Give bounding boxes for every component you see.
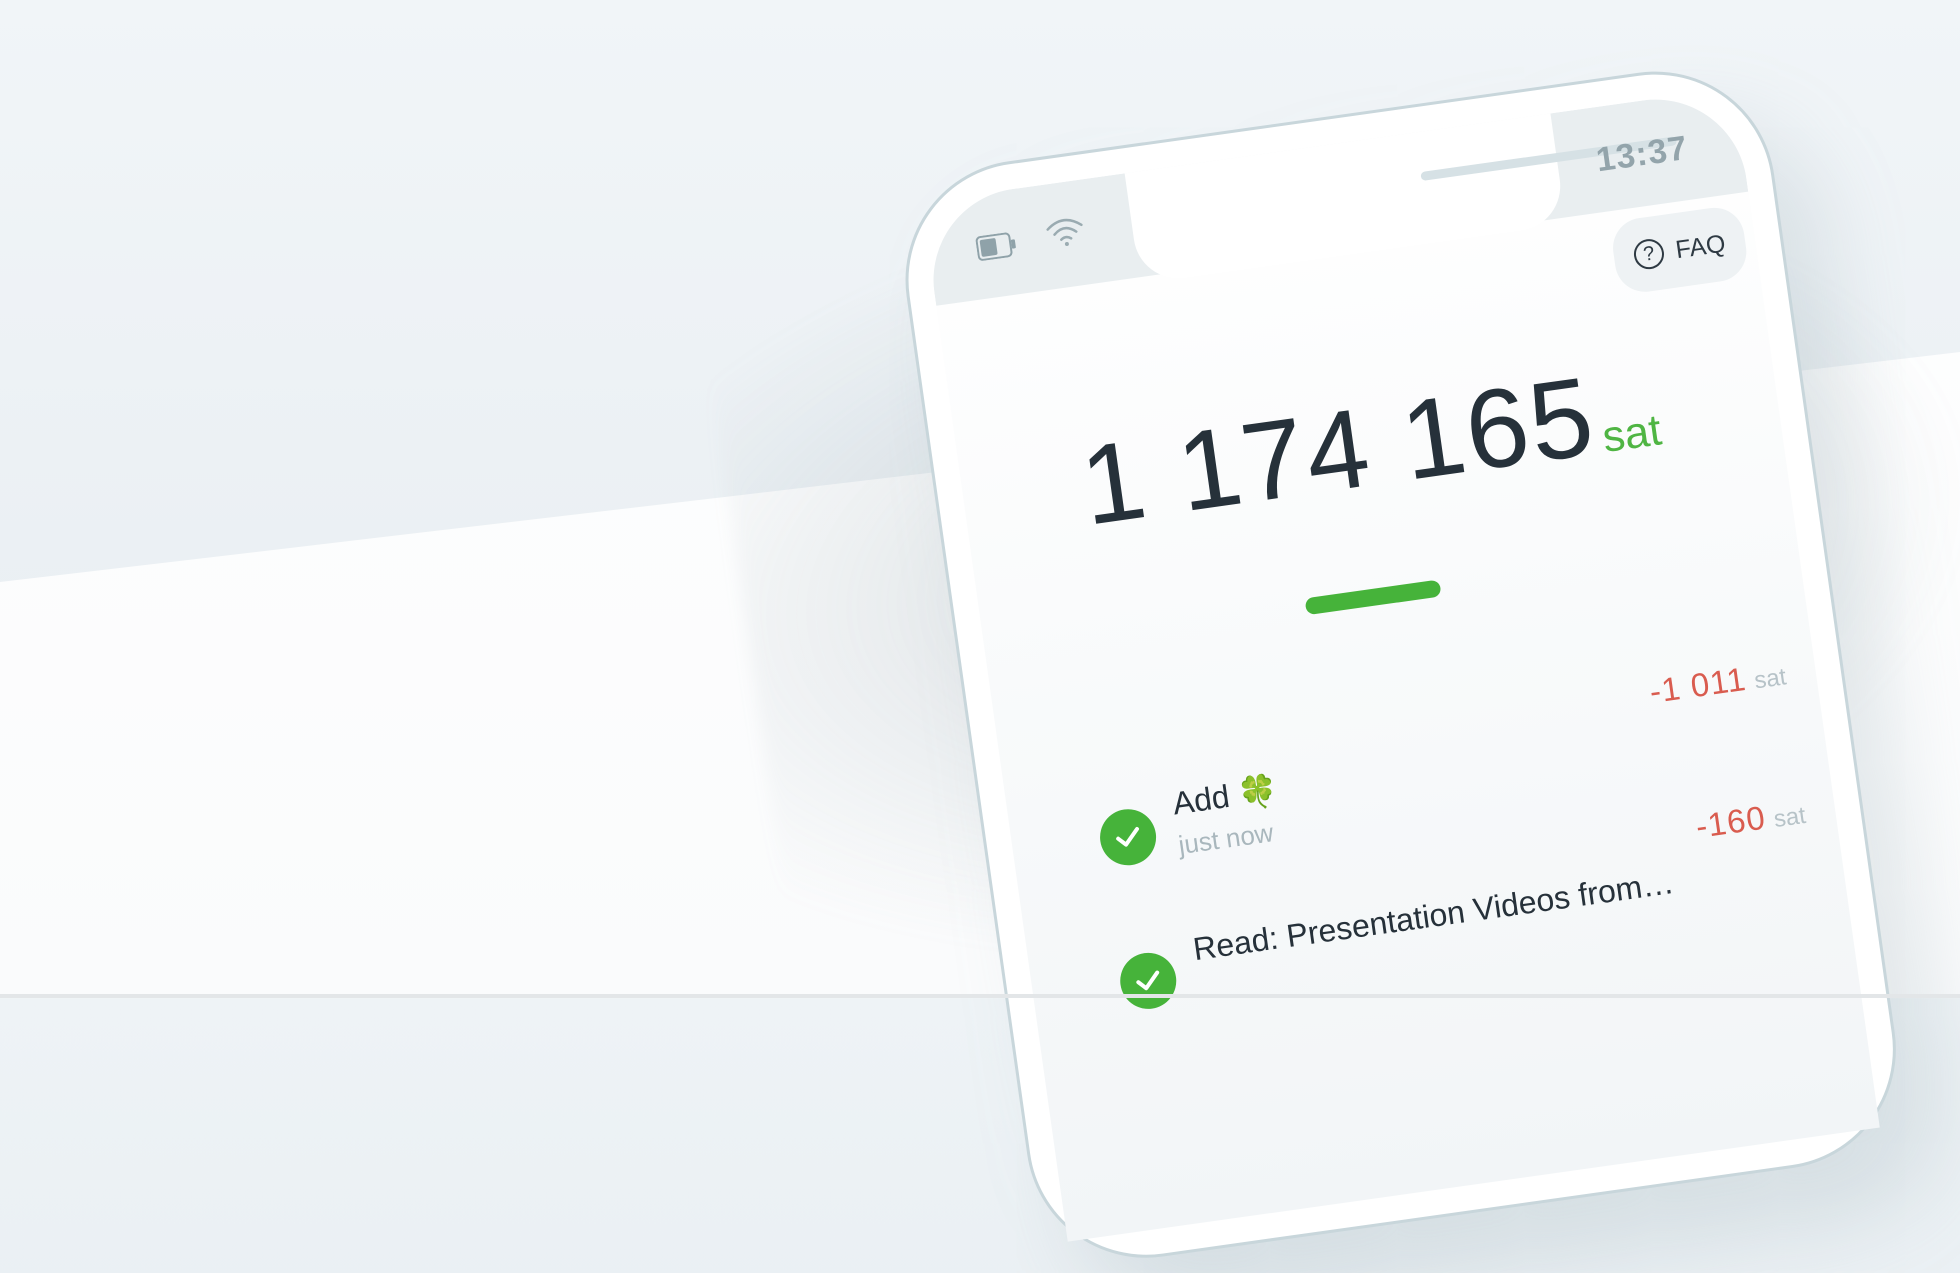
balance-unit: sat [1599, 405, 1665, 463]
balance-amount: 1 174 165 [1073, 352, 1603, 549]
transaction-title: Read: Presentation Videos from… [1190, 863, 1677, 968]
wifi-icon [1043, 214, 1087, 251]
faq-button[interactable]: ? FAQ [1609, 203, 1751, 296]
faq-label: FAQ [1673, 229, 1728, 264]
help-circle-icon: ? [1632, 237, 1666, 272]
bottom-edge [0, 994, 1960, 998]
status-time: 13:37 [1593, 128, 1691, 180]
phone-device: 13:37 ? FAQ 1 174 165sat -1 011 sat Add 🍀… [890, 56, 1912, 1273]
phone-screen: 13:37 ? FAQ 1 174 165sat -1 011 sat Add 🍀… [921, 87, 1880, 1242]
balance-display: 1 174 165sat [955, 325, 1785, 567]
transaction-amount-unit: sat [1772, 801, 1808, 834]
battery-icon [975, 231, 1018, 261]
transaction-title: Add 🍀 [1170, 771, 1280, 822]
transaction-amount-value: -1 011 [1647, 659, 1749, 711]
transaction-amount: -160 sat [1693, 793, 1807, 846]
check-icon [1116, 949, 1180, 1013]
check-icon [1096, 805, 1160, 869]
transaction-time: just now [1176, 817, 1276, 861]
transaction-amount: -1 011 sat [1647, 654, 1788, 711]
balance-progress-bar [1304, 579, 1442, 616]
transaction-amount-value: -160 [1693, 798, 1768, 845]
transaction-amount-unit: sat [1752, 663, 1788, 695]
